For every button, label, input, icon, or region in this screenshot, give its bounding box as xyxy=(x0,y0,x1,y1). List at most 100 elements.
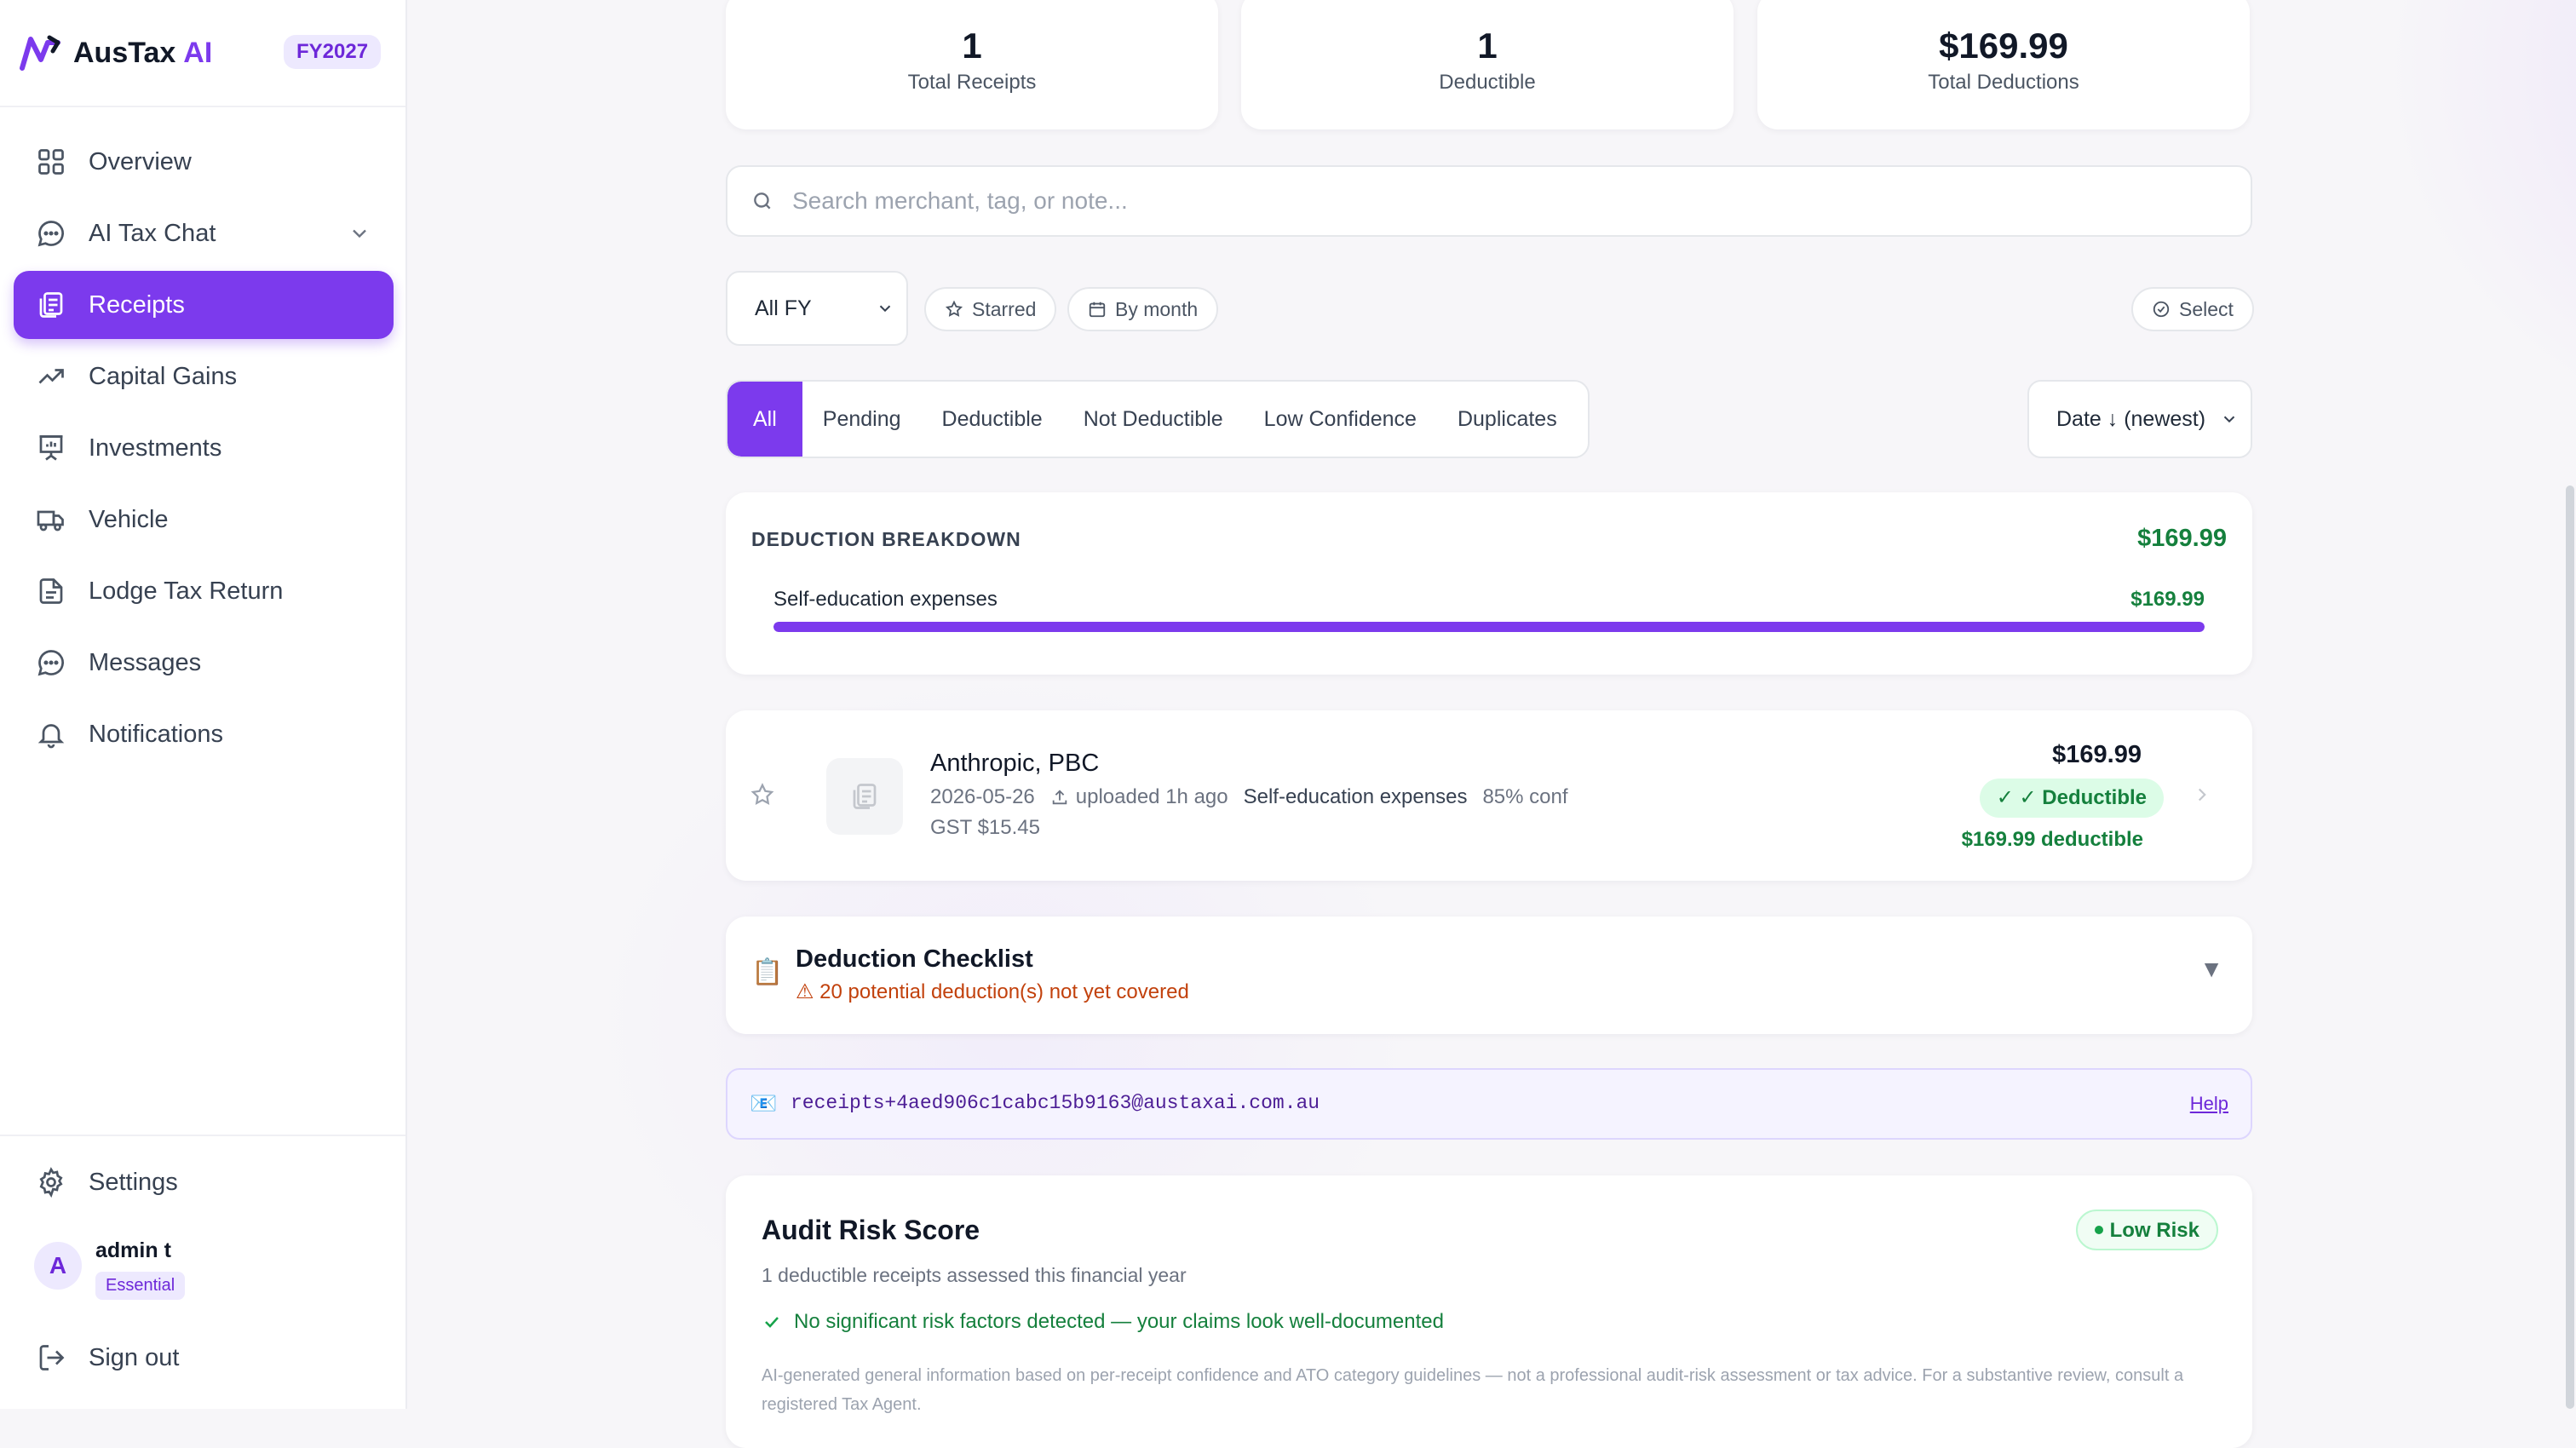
breakdown-amount: $169.99 xyxy=(2130,588,2205,611)
audit-risk-result-text: No significant risk factors detected — y… xyxy=(794,1310,1444,1333)
avatar: A xyxy=(34,1242,82,1290)
fy-badge[interactable]: FY2027 xyxy=(284,35,382,69)
receipt-amount: $169.99 xyxy=(2052,741,2142,768)
sidebar-item-label: Lodge Tax Return xyxy=(89,577,284,605)
starred-filter-button[interactable]: Starred xyxy=(924,287,1057,331)
tab-low-confidence[interactable]: Low Confidence xyxy=(1244,382,1437,457)
check-circle-icon xyxy=(2153,301,2170,318)
stat-deductible: 1 Deductible xyxy=(1241,0,1734,129)
divider xyxy=(0,1135,405,1136)
chevron-down-icon xyxy=(879,305,891,313)
sidebar-item-label: AI Tax Chat xyxy=(89,219,216,247)
risk-badge-label: Low Risk xyxy=(2109,1219,2199,1242)
fy-select[interactable]: All FY xyxy=(726,271,908,346)
receipt-row[interactable]: Anthropic, PBC 2026-05-26 uploaded 1h ag… xyxy=(726,710,2252,881)
document-icon xyxy=(39,578,63,604)
checklist-title: Deduction Checklist xyxy=(796,945,1033,973)
stat-value: $169.99 xyxy=(1939,26,2068,66)
starred-label: Starred xyxy=(972,297,1037,320)
stat-label: Deductible xyxy=(1439,71,1536,94)
sidebar-item-investments[interactable]: Investments xyxy=(14,414,394,482)
sidebar-nav: Overview AI Tax Chat Receipts Capital Ga… xyxy=(14,128,394,772)
sidebar-item-overview[interactable]: Overview xyxy=(14,128,394,196)
tab-pending[interactable]: Pending xyxy=(802,382,922,457)
brand-name: AusTax AI xyxy=(73,36,213,69)
sort-select[interactable]: Date ↓ (newest) xyxy=(2027,380,2252,458)
audit-risk-result: No significant risk factors detected — y… xyxy=(762,1310,1444,1334)
receipt-uploaded: uploaded 1h ago xyxy=(1075,785,1228,808)
receipt-category: Self-education expenses xyxy=(1243,785,1468,808)
sidebar-item-label: Vehicle xyxy=(89,505,169,533)
receipt-confidence: 85% conf xyxy=(1482,785,1568,808)
settings-link[interactable]: Settings xyxy=(36,1167,178,1198)
stat-label: Total Receipts xyxy=(907,71,1037,94)
help-link[interactable]: Help xyxy=(2190,1093,2228,1115)
chevron-down-icon[interactable] xyxy=(348,221,371,245)
tab-deductible[interactable]: Deductible xyxy=(922,382,1063,457)
tab-all[interactable]: All xyxy=(727,382,802,457)
gear-icon xyxy=(39,1167,63,1198)
breakdown-bar-fill xyxy=(773,622,2205,632)
sidebar-item-receipts[interactable]: Receipts xyxy=(14,271,394,339)
sidebar: AusTax AI FY2027 Overview AI Tax Chat Rec… xyxy=(0,0,407,1409)
breakdown-title: DEDUCTION BREAKDOWN xyxy=(751,528,1021,550)
sidebar-item-vehicle[interactable]: Vehicle xyxy=(14,486,394,554)
expand-toggle-icon[interactable]: ▼ xyxy=(2199,956,2223,983)
breakdown-category: Self-education expenses xyxy=(773,588,998,611)
receipt-thumbnail[interactable] xyxy=(826,758,903,835)
stat-label: Total Deductions xyxy=(1928,71,2079,94)
search-icon xyxy=(754,192,771,210)
check-icon xyxy=(765,1317,779,1328)
status-tabs: All Pending Deductible Not Deductible Lo… xyxy=(726,380,1590,458)
by-month-button[interactable]: By month xyxy=(1067,287,1219,331)
receipt-date: 2026-05-26 xyxy=(930,785,1035,808)
tab-duplicates[interactable]: Duplicates xyxy=(1437,382,1578,457)
audit-risk-title: Audit Risk Score xyxy=(762,1215,980,1245)
deduction-checklist[interactable]: 📋 Deduction Checklist ⚠ 20 potential ded… xyxy=(726,916,2252,1034)
sidebar-item-lodge-tax-return[interactable]: Lodge Tax Return xyxy=(14,557,394,625)
message-icon xyxy=(37,650,64,676)
search-input[interactable] xyxy=(791,187,2157,215)
audit-risk-card: Audit Risk Score Low Risk 1 deductible r… xyxy=(726,1175,2252,1448)
sidebar-item-ai-tax-chat[interactable]: AI Tax Chat xyxy=(14,199,394,267)
sidebar-item-label: Receipts xyxy=(89,290,185,319)
scrollbar[interactable] xyxy=(2566,486,2574,1409)
star-icon[interactable] xyxy=(750,782,775,807)
receipts-icon xyxy=(39,292,63,318)
stat-total-deductions: $169.99 Total Deductions xyxy=(1757,0,2250,129)
brand[interactable]: AusTax AI xyxy=(19,31,212,75)
divider xyxy=(0,106,405,107)
sidebar-item-messages[interactable]: Messages xyxy=(14,629,394,697)
receipt-email-address[interactable]: receipts+4aed906c1cabc15b9163@austaxai.c… xyxy=(791,1092,1320,1114)
deduction-breakdown-card: DEDUCTION BREAKDOWN $169.99 Self-educati… xyxy=(726,492,2252,675)
settings-label: Settings xyxy=(89,1168,178,1196)
user-profile[interactable]: A admin t Essential xyxy=(34,1237,186,1300)
audit-risk-subtitle: 1 deductible receipts assessed this fina… xyxy=(762,1264,1187,1286)
chat-icon xyxy=(37,221,64,247)
clipboard-icon: 📋 xyxy=(751,958,784,986)
bell-icon xyxy=(37,724,65,749)
sidebar-item-capital-gains[interactable]: Capital Gains xyxy=(14,342,394,411)
tab-not-deductible[interactable]: Not Deductible xyxy=(1063,382,1244,457)
status-badge: ✓ ✓ Deductible xyxy=(1979,779,2164,818)
status-dot xyxy=(2094,1226,2103,1234)
sign-out-icon xyxy=(39,1345,65,1370)
chevron-down-icon xyxy=(2223,416,2235,423)
receipt-deductible-amount: $169.99 deductible xyxy=(1961,828,2143,851)
sidebar-item-label: Overview xyxy=(89,147,192,175)
fy-select-value: All FY xyxy=(755,296,812,320)
audit-risk-disclaimer: AI-generated general information based o… xyxy=(762,1366,2184,1414)
sort-select-value: Date ↓ (newest) xyxy=(2056,406,2206,431)
select-button[interactable]: Select xyxy=(2131,287,2254,331)
sidebar-item-label: Capital Gains xyxy=(89,362,238,390)
receipt-email-bar: 📧 receipts+4aed906c1cabc15b9163@austaxai… xyxy=(726,1068,2252,1140)
chevron-right-icon[interactable] xyxy=(2191,784,2213,806)
truck-icon xyxy=(37,510,64,532)
sidebar-item-notifications[interactable]: Notifications xyxy=(14,700,394,768)
sign-out-button[interactable]: Sign out xyxy=(36,1342,179,1373)
breakdown-bar xyxy=(773,622,2205,632)
email-icon: 📧 xyxy=(750,1090,778,1116)
select-label: Select xyxy=(2179,297,2234,320)
upload-icon xyxy=(1052,790,1067,805)
breakdown-total: $169.99 xyxy=(2137,525,2227,552)
